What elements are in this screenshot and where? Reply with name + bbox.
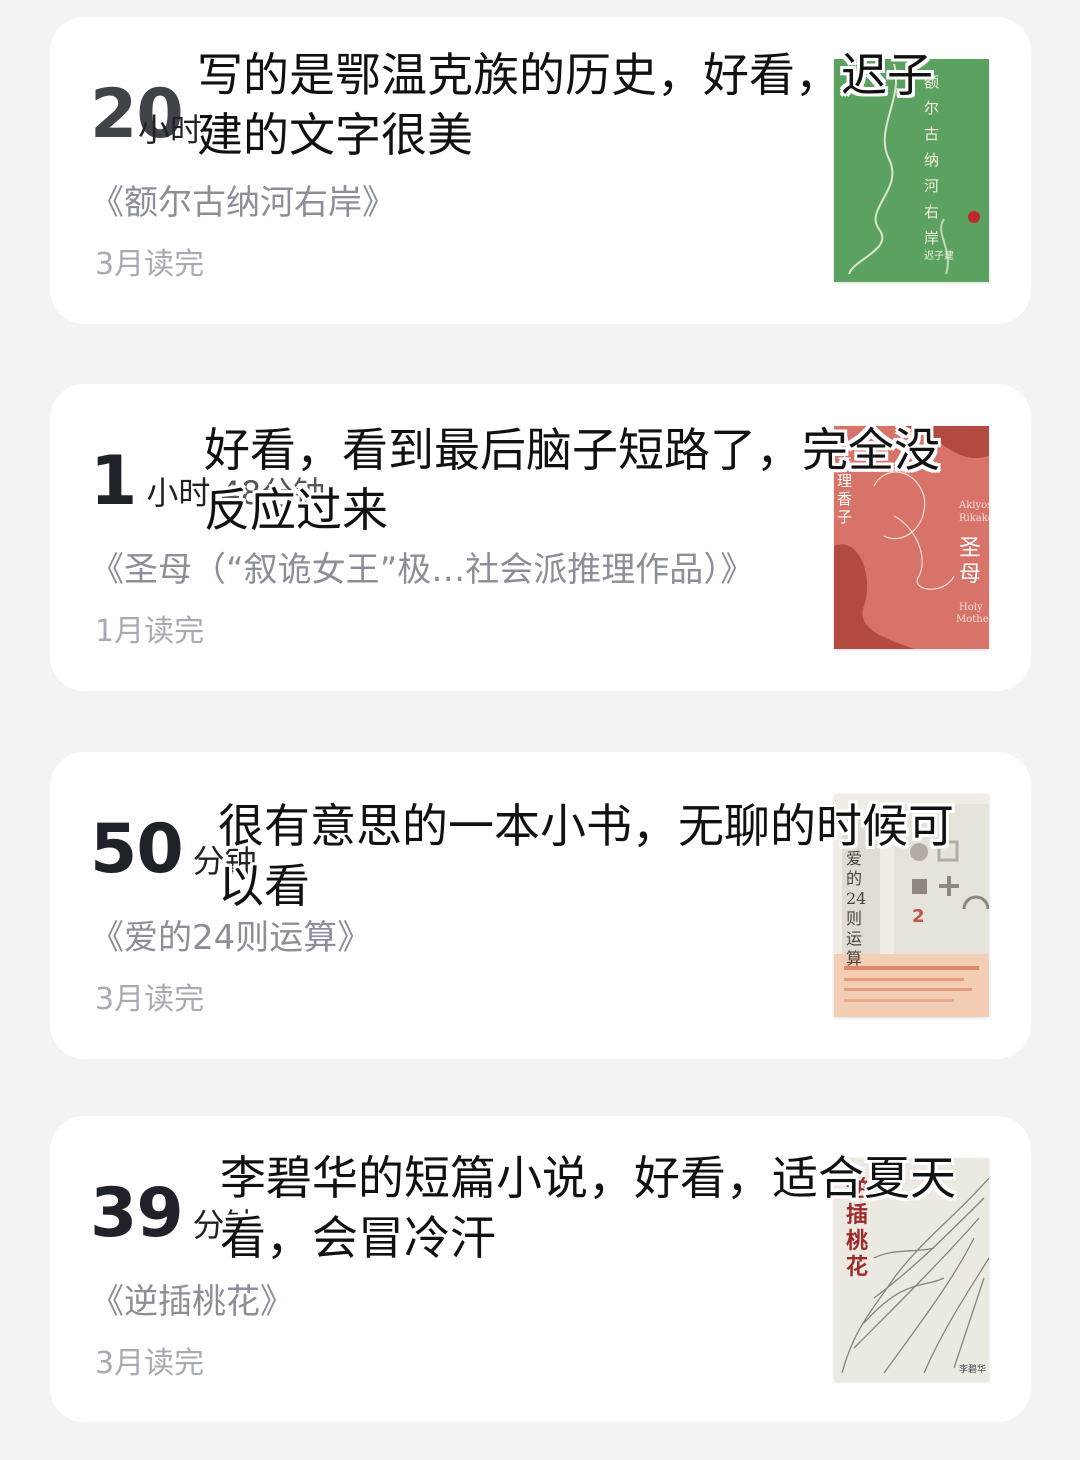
cover-sub-2: Rikako	[959, 513, 989, 524]
book-title[interactable]: 《爱的24则运算》	[90, 910, 371, 959]
book-title[interactable]: 《逆插桃花》	[90, 1274, 294, 1323]
duration-number: 1	[90, 442, 137, 521]
book-card-1[interactable]: 20 小时 《额尔古纳河右岸》 3月读完 迟子建 额尔古纳河右岸 写的是鄂温克族…	[50, 17, 1031, 324]
cover-author: 李碧华	[959, 1363, 986, 1375]
book-card-2[interactable]: 1 小时 48分钟 《圣母（“叙诡女王”极…社会派推理作品）》 1月读完 Aki…	[50, 384, 1031, 691]
book-title[interactable]: 《额尔古纳河右岸》	[90, 175, 396, 224]
review-line-1: 很有意思的一本小书，无聊的时候可	[218, 799, 954, 853]
cover-sub-1: Akiyoshi	[958, 500, 989, 511]
review-overlay-text: 好看，看到最后脑子短路了，完全没 反应过来	[204, 420, 940, 540]
book-title[interactable]: 《圣母（“叙诡女王”极…社会派推理作品）》	[90, 542, 754, 591]
review-line-2: 反应过来	[204, 483, 388, 537]
finished-date: 3月读完	[95, 982, 205, 1017]
cover-sub-4: Mother	[956, 614, 989, 625]
review-line-2: 以看	[218, 859, 310, 913]
finished-date: 1月读完	[95, 614, 205, 649]
finished-date: 3月读完	[95, 247, 205, 282]
review-line-1: 好看，看到最后脑子短路了，完全没	[204, 423, 940, 477]
duration-number: 50	[90, 810, 184, 889]
duration-unit: 小时	[146, 474, 211, 512]
review-overlay-text: 很有意思的一本小书，无聊的时候可 以看	[218, 796, 954, 916]
book-card-3[interactable]: 50 分钟 《爱的24则运算》 3月读完 2 爱的24则运算 很有意思的一本小书…	[50, 752, 1031, 1059]
review-overlay-text: 写的是鄂温克族的历史，好看，迟子 建的文字很美	[197, 45, 933, 165]
review-line-2: 看，会冒冷汗	[220, 1211, 496, 1265]
review-overlay-text: 李碧华的短篇小说，好看，适合夏天 看，会冒冷汗	[220, 1148, 956, 1268]
duration-unit: 小时	[138, 111, 203, 149]
review-line-1: 李碧华的短篇小说，好看，适合夏天	[220, 1151, 956, 1205]
book-card-4[interactable]: 39 分钟 《逆插桃花》 3月读完 李碧华 逆插桃花 李碧华的短篇小说，好看，适…	[50, 1116, 1031, 1422]
cover-sub-3: Holy	[959, 602, 983, 613]
reading-duration: 20 小时	[90, 75, 202, 154]
review-line-1: 写的是鄂温克族的历史，好看，迟子	[197, 48, 933, 102]
duration-number: 39	[90, 1174, 184, 1253]
finished-date: 3月读完	[95, 1346, 205, 1381]
cover-title: 圣母	[959, 536, 982, 587]
review-line-2: 建的文字很美	[197, 108, 473, 162]
